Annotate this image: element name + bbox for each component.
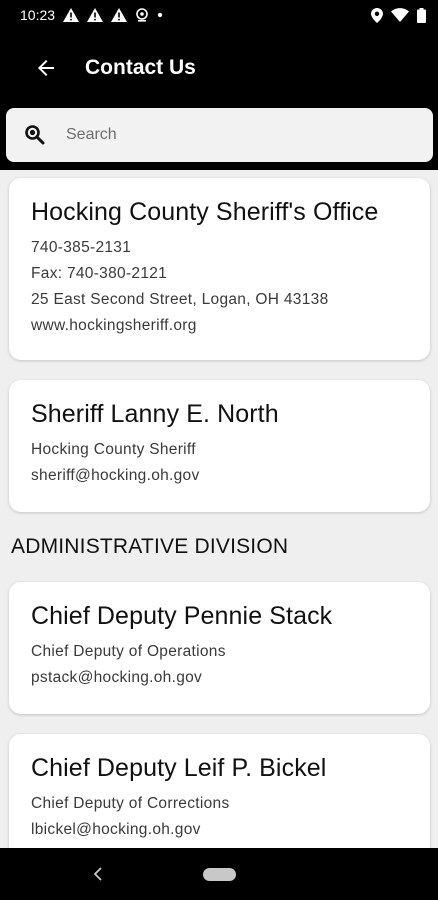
contact-name: Hocking County Sheriff's Office	[31, 198, 379, 226]
location-target-icon	[136, 8, 148, 22]
location-pin-icon	[371, 7, 383, 23]
page-title: Contact Us	[85, 56, 196, 79]
contact-email[interactable]: lbickel@hocking.oh.gov	[31, 821, 408, 839]
contact-name: Chief Deputy Leif P. Bickel	[31, 754, 327, 782]
contact-card-sheriffs-office[interactable]: Hocking County Sheriff's Office 740-385-…	[9, 178, 430, 360]
section-header-administrative-division: ADMINISTRATIVE DIVISION	[11, 535, 289, 558]
contact-title: Hocking County Sheriff	[31, 441, 196, 458]
contact-name: Chief Deputy Pennie Stack	[31, 602, 333, 630]
dot-icon	[157, 12, 163, 18]
contact-website[interactable]: www.hockingsheriff.org	[31, 317, 408, 335]
status-time: 10:23	[20, 7, 56, 23]
search-icon	[25, 125, 45, 145]
battery-icon	[417, 7, 426, 23]
contact-address[interactable]: 25 East Second Street, Logan, OH 43138	[31, 291, 408, 309]
contact-card-chief-deputy-stack[interactable]: Chief Deputy Pennie Stack Chief Deputy o…	[9, 582, 430, 714]
back-button[interactable]	[26, 48, 66, 88]
contact-name: Sheriff Lanny E. North	[31, 400, 279, 428]
system-nav-bar	[0, 848, 438, 900]
contact-card-chief-deputy-bickel[interactable]: Chief Deputy Leif P. Bickel Chief Deputy…	[9, 734, 430, 848]
search-container	[0, 106, 438, 170]
wifi-icon	[391, 8, 409, 22]
contact-email[interactable]: pstack@hocking.oh.gov	[31, 669, 408, 687]
contact-email[interactable]: sheriff@hocking.oh.gov	[31, 467, 408, 485]
search-input[interactable]	[66, 126, 366, 144]
contact-title: Chief Deputy of Operations	[31, 643, 226, 660]
status-bar: 10:23	[0, 0, 438, 30]
contact-list[interactable]: Hocking County Sheriff's Office 740-385-…	[0, 170, 438, 848]
contact-phone[interactable]: 740-385-2131	[31, 239, 408, 257]
nav-back-button[interactable]	[88, 864, 108, 884]
warning-icon	[111, 8, 128, 22]
contact-title: Chief Deputy of Corrections	[31, 795, 230, 812]
app-bar: Contact Us	[0, 30, 438, 106]
search-bar[interactable]	[6, 108, 433, 162]
chevron-left-icon	[93, 867, 102, 881]
contact-card-sheriff[interactable]: Sheriff Lanny E. North Hocking County Sh…	[9, 380, 430, 512]
warning-icon	[63, 8, 80, 22]
nav-home-pill[interactable]	[203, 868, 236, 881]
contact-fax: Fax: 740-380-2121	[31, 265, 168, 282]
arrow-back-icon	[38, 60, 54, 76]
warning-icon	[87, 8, 104, 22]
